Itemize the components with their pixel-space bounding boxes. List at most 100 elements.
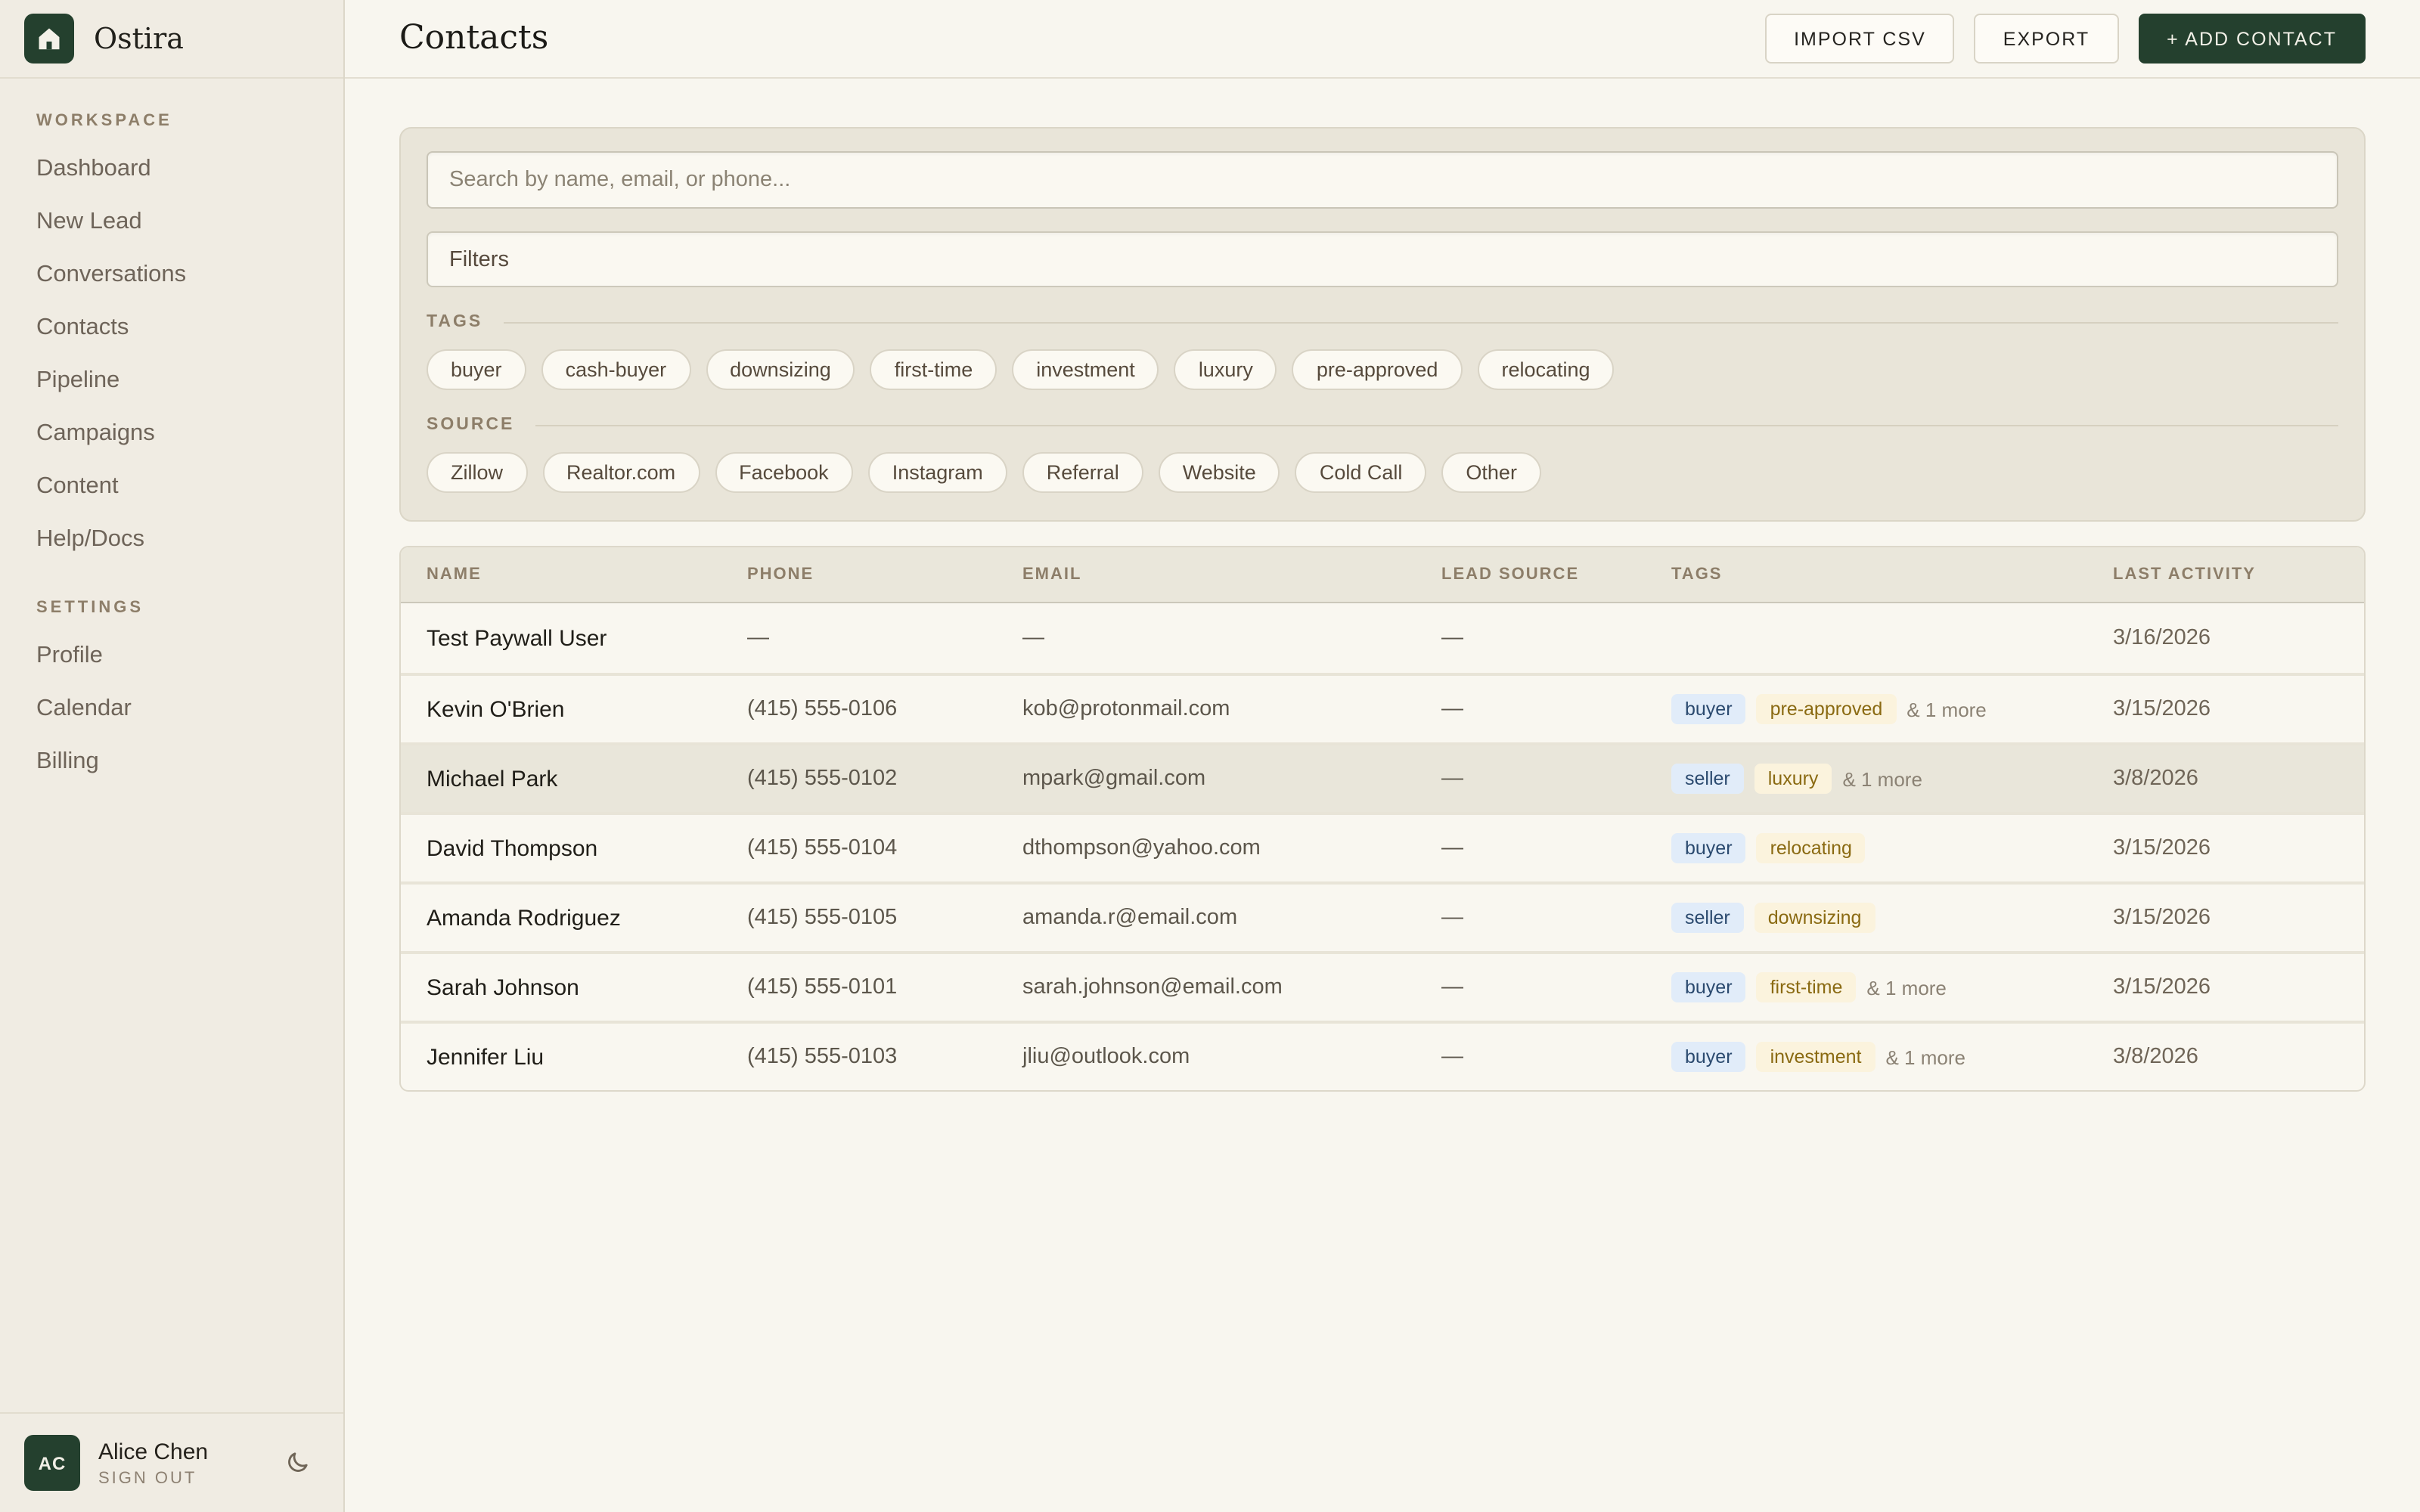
cell-last-activity: 3/15/2026 bbox=[2113, 906, 2338, 930]
cell-tags: buyerpre-approved& 1 more bbox=[1671, 694, 2113, 724]
cell-tags: sellerdownsizing bbox=[1671, 903, 2113, 933]
house-icon bbox=[35, 24, 64, 53]
column-header: PHONE bbox=[747, 565, 1022, 584]
cell-lead-source: — bbox=[1441, 697, 1671, 721]
search-input[interactable] bbox=[427, 151, 2338, 209]
tag-chip-relocating[interactable]: relocating bbox=[1477, 349, 1614, 390]
table-row[interactable]: Test Paywall User———3/16/2026 bbox=[401, 603, 2364, 673]
table-row[interactable]: Kevin O'Brien(415) 555-0106kob@protonmai… bbox=[401, 673, 2364, 742]
table-row[interactable]: Michael Park(415) 555-0102mpark@gmail.co… bbox=[401, 742, 2364, 812]
cell-lead-source: — bbox=[1441, 1045, 1671, 1069]
tag-chip-buyer[interactable]: buyer bbox=[427, 349, 526, 390]
sidebar-item-pipeline[interactable]: Pipeline bbox=[36, 367, 307, 395]
sidebar-item-dashboard[interactable]: Dashboard bbox=[36, 156, 307, 183]
cell-tags: sellerluxury& 1 more bbox=[1671, 764, 2113, 794]
source-chip-facebook[interactable]: Facebook bbox=[715, 452, 853, 493]
cell-phone: — bbox=[747, 626, 1022, 650]
page-header: Contacts IMPORT CSV EXPORT + ADD CONTACT bbox=[345, 0, 2420, 79]
filters-toggle[interactable]: Filters bbox=[427, 231, 2338, 287]
brand-logo bbox=[24, 14, 74, 64]
cell-lead-source: — bbox=[1441, 626, 1671, 650]
sidebar-item-profile[interactable]: Profile bbox=[36, 643, 307, 670]
cell-tags: buyerinvestment& 1 more bbox=[1671, 1042, 2113, 1072]
tag-chip-first-time[interactable]: first-time bbox=[870, 349, 997, 390]
content: Filters TAGS buyer cash-buyer downsizing fi… bbox=[345, 79, 2420, 1092]
source-label: SOURCE bbox=[427, 416, 514, 434]
brand: Ostira bbox=[0, 0, 343, 79]
tag-badge: first-time bbox=[1757, 972, 1857, 1002]
column-header: TAGS bbox=[1671, 565, 2113, 584]
source-chip-website[interactable]: Website bbox=[1159, 452, 1280, 493]
table-row[interactable]: Amanda Rodriguez(415) 555-0105amanda.r@e… bbox=[401, 881, 2364, 951]
source-chip-cold-call[interactable]: Cold Call bbox=[1295, 452, 1427, 493]
cell-lead-source: — bbox=[1441, 975, 1671, 999]
source-filter-chips: Zillow Realtor.com Facebook Instagram Referr… bbox=[427, 452, 2338, 493]
source-chip-other[interactable]: Other bbox=[1441, 452, 1541, 493]
contacts-table: NAMEPHONEEMAILLEAD SOURCETAGSLAST ACTIVI… bbox=[399, 546, 2366, 1092]
table-row[interactable]: Jennifer Liu(415) 555-0103jliu@outlook.c… bbox=[401, 1021, 2364, 1090]
cell-name: Test Paywall User bbox=[427, 625, 747, 651]
cell-last-activity: 3/16/2026 bbox=[2113, 626, 2338, 650]
tag-filter-chips: buyer cash-buyer downsizing first-time inves… bbox=[427, 349, 2338, 390]
column-header: EMAIL bbox=[1022, 565, 1441, 584]
tag-chip-pre-approved[interactable]: pre-approved bbox=[1292, 349, 1463, 390]
source-chip-zillow[interactable]: Zillow bbox=[427, 452, 527, 493]
table-row[interactable]: David Thompson(415) 555-0104dthompson@ya… bbox=[401, 812, 2364, 881]
sidebar-item-content[interactable]: Content bbox=[36, 473, 307, 500]
source-chip-referral[interactable]: Referral bbox=[1022, 452, 1143, 493]
tag-badge: buyer bbox=[1671, 1042, 1746, 1072]
source-group-label: SOURCE bbox=[427, 416, 2338, 434]
cell-last-activity: 3/15/2026 bbox=[2113, 975, 2338, 999]
main-area: Contacts IMPORT CSV EXPORT + ADD CONTACT… bbox=[345, 0, 2420, 1512]
cell-lead-source: — bbox=[1441, 836, 1671, 860]
cell-email: dthompson@yahoo.com bbox=[1022, 836, 1441, 860]
export-button[interactable]: EXPORT bbox=[1975, 14, 2118, 64]
column-header: LAST ACTIVITY bbox=[2113, 565, 2338, 584]
more-tags-label: & 1 more bbox=[1842, 767, 1922, 790]
avatar: AC bbox=[24, 1435, 80, 1491]
add-contact-button[interactable]: + ADD CONTACT bbox=[2138, 14, 2366, 64]
sidebar-item-help-docs[interactable]: Help/Docs bbox=[36, 526, 307, 553]
cell-phone: (415) 555-0104 bbox=[747, 836, 1022, 860]
app-window: Ostira WORKSPACEDashboardNew LeadConvers… bbox=[0, 0, 2420, 1512]
tag-badge: seller bbox=[1671, 903, 1744, 933]
table-header: NAMEPHONEEMAILLEAD SOURCETAGSLAST ACTIVI… bbox=[401, 547, 2364, 603]
import-csv-button[interactable]: IMPORT CSV bbox=[1765, 14, 1955, 64]
sidebar: Ostira WORKSPACEDashboardNew LeadConvers… bbox=[0, 0, 345, 1512]
tag-badge: pre-approved bbox=[1757, 694, 1897, 724]
cell-last-activity: 3/15/2026 bbox=[2113, 697, 2338, 721]
more-tags-label: & 1 more bbox=[1866, 976, 1947, 999]
cell-email: amanda.r@email.com bbox=[1022, 906, 1441, 930]
cell-phone: (415) 555-0105 bbox=[747, 906, 1022, 930]
cell-tags: buyerfirst-time& 1 more bbox=[1671, 972, 2113, 1002]
source-chip-instagram[interactable]: Instagram bbox=[868, 452, 1007, 493]
more-tags-label: & 1 more bbox=[1907, 698, 1987, 720]
table-row[interactable]: Sarah Johnson(415) 555-0101sarah.johnson… bbox=[401, 951, 2364, 1021]
sidebar-item-new-lead[interactable]: New Lead bbox=[36, 209, 307, 236]
sign-out-button[interactable]: SIGN OUT bbox=[98, 1469, 266, 1487]
sidebar-item-conversations[interactable]: Conversations bbox=[36, 262, 307, 289]
source-chip-realtor-com[interactable]: Realtor.com bbox=[542, 452, 700, 493]
tag-badge: buyer bbox=[1671, 833, 1746, 863]
cell-name: Jennifer Liu bbox=[427, 1044, 747, 1070]
tag-chip-investment[interactable]: investment bbox=[1012, 349, 1159, 390]
column-header: LEAD SOURCE bbox=[1441, 565, 1671, 584]
user-panel: AC Alice Chen SIGN OUT bbox=[0, 1412, 343, 1512]
moon-icon bbox=[284, 1450, 310, 1476]
sidebar-item-contacts[interactable]: Contacts bbox=[36, 314, 307, 342]
cell-last-activity: 3/15/2026 bbox=[2113, 836, 2338, 860]
tag-chip-downsizing[interactable]: downsizing bbox=[706, 349, 855, 390]
sidebar-item-campaigns[interactable]: Campaigns bbox=[36, 420, 307, 448]
cell-email: kob@protonmail.com bbox=[1022, 697, 1441, 721]
sidebar-nav: WORKSPACEDashboardNew LeadConversationsC… bbox=[0, 79, 343, 1412]
sidebar-item-billing[interactable]: Billing bbox=[36, 748, 307, 776]
sidebar-item-calendar[interactable]: Calendar bbox=[36, 696, 307, 723]
dark-mode-toggle[interactable] bbox=[284, 1450, 319, 1476]
divider bbox=[535, 424, 2338, 426]
cell-email: sarah.johnson@email.com bbox=[1022, 975, 1441, 999]
tag-chip-cash-buyer[interactable]: cash-buyer bbox=[541, 349, 691, 390]
more-tags-label: & 1 more bbox=[1885, 1046, 1965, 1068]
tag-chip-luxury[interactable]: luxury bbox=[1174, 349, 1277, 390]
tags-group-label: TAGS bbox=[427, 313, 2338, 331]
cell-phone: (415) 555-0102 bbox=[747, 767, 1022, 791]
